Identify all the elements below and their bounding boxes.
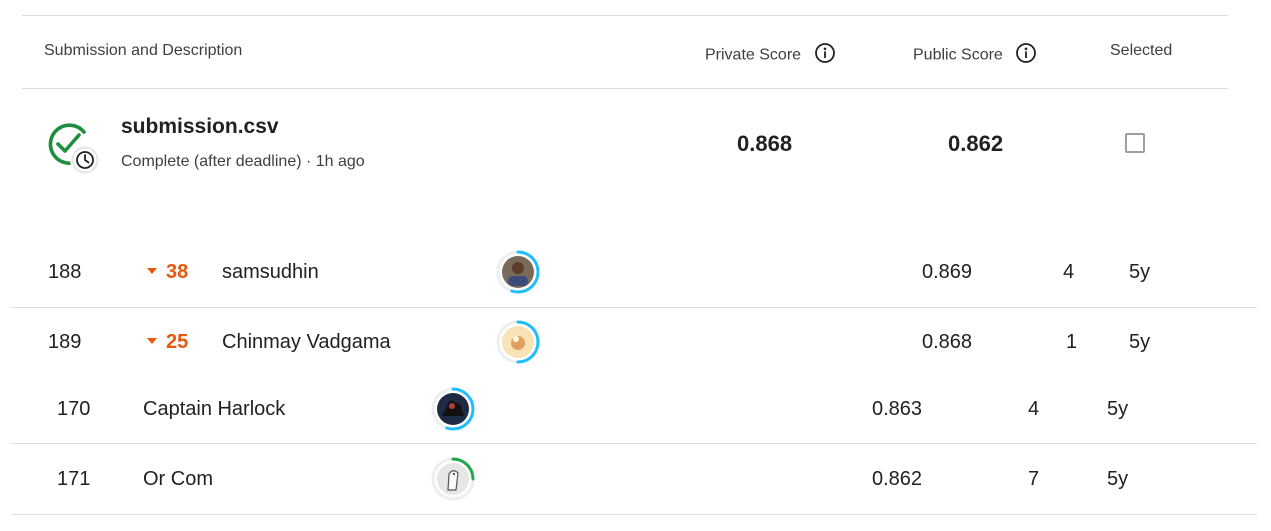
header-public-score-label: Public Score [913,46,1003,64]
team-name[interactable]: samsudhin [222,260,319,284]
header-submission: Submission and Description [44,42,243,59]
header-private-score: Private Score [705,42,836,69]
row-divider [11,514,1257,515]
team-name[interactable]: Or Com [143,467,213,491]
last-submission: 5y [1129,261,1151,283]
caret-down-icon [147,337,157,344]
score: 0.868 [922,331,973,353]
last-submission: 5y [1129,331,1151,353]
avatar[interactable] [430,386,476,432]
entries-count: 7 [1028,468,1040,490]
team-name[interactable]: Captain Harlock [143,397,285,421]
header-selected: Selected [1110,42,1173,59]
rank-change: 25 [147,330,188,354]
rank: 188 [48,261,82,283]
row-divider [11,443,1257,444]
submission-public-score: 0.862 [948,131,1004,156]
rank-change-value: 38 [166,261,189,283]
entries-count: 4 [1063,261,1075,283]
submission-status: Complete (after deadline) · 1h ago [121,153,365,170]
entries-count: 4 [1028,398,1040,420]
row-divider [11,307,1257,308]
rank: 189 [48,331,82,353]
submission-file-name[interactable]: submission.csv [121,115,279,139]
top-divider [22,15,1228,16]
complete-status-icon [44,120,104,180]
entries-count: 1 [1066,331,1078,353]
avatar[interactable] [495,249,541,295]
rank: 171 [57,468,91,490]
selected-checkbox[interactable] [1125,133,1145,153]
last-submission: 5y [1107,398,1129,420]
header-divider [22,88,1228,89]
rank-change-value: 25 [166,331,189,353]
avatar[interactable] [430,456,476,502]
team-name[interactable]: Chinmay Vadgama [222,330,391,354]
score: 0.869 [922,261,973,283]
submission-private-score: 0.868 [737,131,793,156]
rank-change: 38 [147,260,188,284]
score: 0.863 [872,398,923,420]
info-icon[interactable] [1015,42,1037,69]
score: 0.862 [872,468,923,490]
header-public-score: Public Score [913,42,1037,69]
avatar[interactable] [495,319,541,365]
caret-down-icon [147,267,157,274]
rank: 170 [57,398,91,420]
last-submission: 5y [1107,468,1129,490]
header-private-score-label: Private Score [705,46,802,64]
info-icon[interactable] [814,42,836,69]
